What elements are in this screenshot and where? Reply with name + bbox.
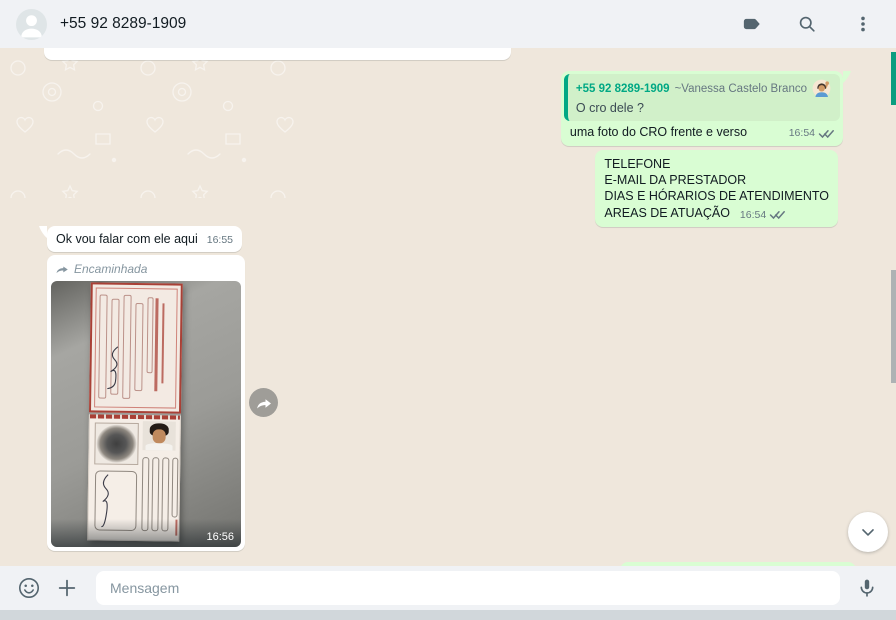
kebab-menu-icon (861, 16, 865, 32)
message-line: E-MAIL DA PRESTADOR (604, 173, 747, 188)
message-line: AREAS DE ATUAÇÃO (604, 205, 730, 220)
header-actions (734, 7, 880, 41)
message-incoming-image[interactable]: Encaminhada 16:56 (47, 255, 245, 551)
voice-message-button[interactable] (848, 569, 886, 607)
quote-author-alias: ~Vanessa Castelo Branco (674, 82, 807, 95)
chevron-down-icon (862, 529, 874, 536)
message-text: O cro dele ? (53, 48, 121, 49)
quote-text: O cro dele ? (575, 101, 644, 115)
message-image[interactable]: 16:56 (51, 281, 241, 547)
quoted-message[interactable]: +55 92 8289-1909 ~Vanessa Castelo Branco… (563, 74, 840, 121)
label-tag-icon (743, 18, 760, 30)
label-button[interactable] (734, 7, 768, 41)
scrollbar-thumb[interactable] (891, 270, 896, 383)
forward-message-button[interactable] (249, 388, 278, 417)
quote-author: +55 92 8289-1909 (575, 82, 670, 95)
emoji-button[interactable] (10, 569, 48, 607)
image-time: 16:56 (206, 531, 234, 543)
message-outgoing-quote[interactable]: +55 92 8289-1909 ~Vanessa Castelo Branco… (560, 71, 851, 146)
search-icon (799, 16, 815, 32)
chat-header: +55 92 8289-1909 (0, 0, 896, 48)
message-line: DIAS E HÓRARIOS DE ATENDIMENTO (604, 189, 829, 204)
double-check-icon (769, 211, 786, 220)
document-photo (87, 282, 183, 542)
search-button[interactable] (790, 7, 824, 41)
scroll-to-bottom-button[interactable] (848, 512, 888, 552)
attach-button[interactable] (48, 569, 86, 607)
plus-icon (58, 579, 76, 597)
message-text: Ok vou falar com ele aqui (56, 232, 198, 246)
message-incoming-cut[interactable]: O cro dele ? 16:54 (44, 48, 511, 60)
message-time: 16:54 (788, 127, 815, 139)
message-line: TELEFONE (604, 157, 671, 171)
message-text: uma foto do CRO frente e verso (569, 125, 748, 139)
message-time: 16:55 (206, 234, 234, 246)
message-time: 16:54 (739, 208, 767, 221)
scrollbar-unread-marker (891, 52, 896, 105)
person-raising-hand-emoji (812, 79, 831, 98)
menu-button[interactable] (846, 7, 880, 41)
forward-arrow-icon (256, 398, 271, 408)
message-incoming-text[interactable]: Ok vou falar com ele aqui 16:55 (39, 226, 243, 252)
smiley-icon (19, 578, 39, 598)
bubble-tail (843, 71, 851, 83)
message-input[interactable] (96, 571, 840, 605)
microphone-icon (860, 579, 874, 597)
window-bottom-strip (0, 610, 896, 620)
id-portrait (142, 421, 176, 451)
default-person-icon (21, 14, 42, 37)
signature-scribble (107, 346, 119, 390)
whatsapp-window: +55 92 8289-1909 +55 92 8289-1909 ~Vanes… (0, 0, 896, 620)
fingerprint (94, 422, 139, 466)
chat-scroll-area[interactable]: O cro dele ? 16:54 +55 92 8289-1909 ~Van… (0, 48, 896, 566)
double-check-icon (818, 129, 834, 138)
forwarded-icon (56, 266, 68, 274)
contact-name[interactable]: +55 92 8289-1909 (60, 15, 186, 33)
contact-avatar[interactable] (16, 8, 47, 40)
forwarded-label: Encaminhada (74, 262, 148, 276)
bubble-tail (39, 226, 47, 238)
message-outgoing-list[interactable]: TELEFONE E-MAIL DA PRESTADOR DIAS E HÓRA… (595, 150, 838, 227)
message-composer (0, 566, 896, 610)
message-time: 16:54 (476, 48, 502, 49)
chat-wallpaper-pattern (0, 48, 300, 198)
